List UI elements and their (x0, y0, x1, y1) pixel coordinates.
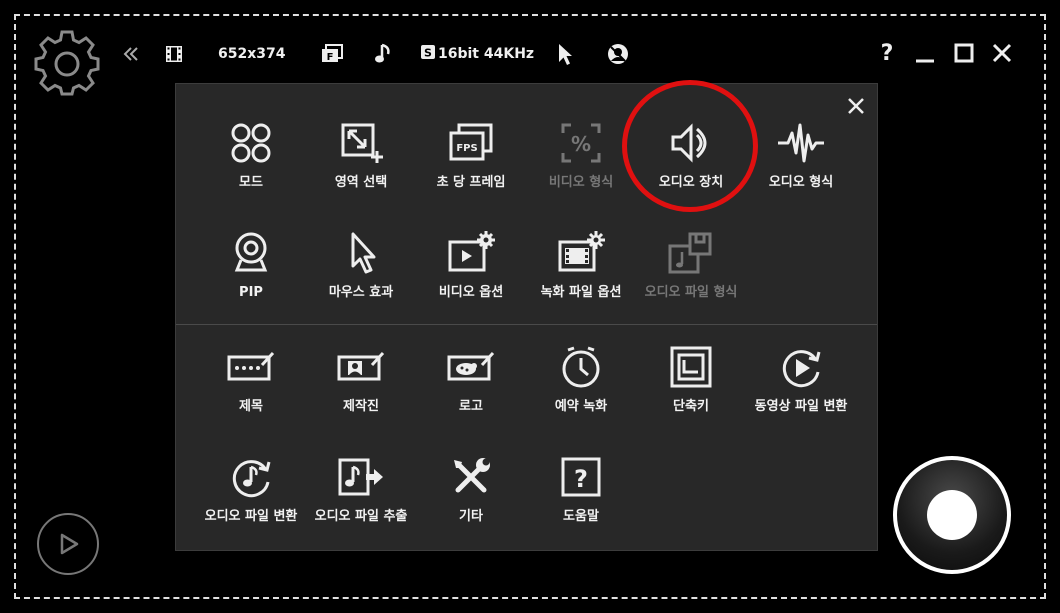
help-icon: ? (556, 452, 606, 502)
close-icon[interactable] (989, 40, 1015, 66)
logo-icon (446, 342, 496, 392)
tile-label: 제작진 (343, 399, 379, 414)
tile-hotkey[interactable]: 단축키 (636, 334, 746, 442)
tile-label: 단축키 (673, 399, 709, 414)
maximize-icon[interactable] (951, 40, 977, 66)
tile-credits[interactable]: 제작진 (306, 334, 416, 442)
record-file-options-icon (556, 228, 606, 278)
webcam-toggle-icon[interactable] (606, 42, 630, 66)
tile-label: PIP (239, 285, 263, 300)
tile-label: 비디오 형식 (548, 175, 614, 190)
video-options-icon (446, 228, 496, 278)
tile-label: 비디오 옵션 (438, 285, 504, 300)
svg-text:?: ? (574, 465, 588, 493)
webcam-icon (226, 228, 276, 278)
audio-format-value: 16bit 44KHz (438, 46, 535, 62)
tile-area-select[interactable]: 영역 선택 (306, 110, 416, 218)
tile-audio-format[interactable]: 오디오 형식 (746, 110, 856, 218)
tile-mode[interactable]: 모드 (196, 110, 306, 218)
tile-title[interactable]: 제목 (196, 334, 306, 442)
tile-video-format[interactable]: % 비디오 형식 (526, 110, 636, 218)
tile-audio-file-format[interactable]: 오디오 파일 형식 (636, 220, 746, 328)
tile-video-convert[interactable]: 동영상 파일 변환 (746, 334, 856, 442)
tile-label: 도움말 (563, 509, 599, 524)
video-format-icon: % (556, 118, 606, 168)
tile-label: 제목 (239, 399, 263, 414)
audio-convert-icon (226, 452, 276, 502)
resolution-label[interactable]: 652x374 (218, 42, 285, 66)
collapse-icon[interactable] (122, 42, 140, 66)
audio-format-icon (776, 118, 826, 168)
help-question-icon[interactable]: ? (874, 40, 900, 66)
area-select-icon (336, 118, 386, 168)
settings-gear-icon[interactable] (34, 30, 100, 96)
tile-label: 오디오 파일 추출 (314, 509, 408, 524)
tile-label: 마우스 효과 (328, 285, 394, 300)
audio-format-label-group[interactable]: S 16bit 44KHz (420, 42, 534, 66)
mode-icon (226, 118, 276, 168)
cursor-icon[interactable] (556, 42, 574, 66)
tile-label: 영역 선택 (334, 175, 388, 190)
settings-panel: 모드 영역 선택 FPS 초 당 프레임 % 비디오 형식 오디오 장치 오디오… (175, 83, 878, 551)
audio-extract-icon (336, 452, 386, 502)
hotkey-icon (666, 342, 716, 392)
tile-label: 오디오 파일 변환 (204, 509, 298, 524)
tile-fps[interactable]: FPS 초 당 프레임 (416, 110, 526, 218)
tile-label: 오디오 파일 형식 (644, 285, 738, 300)
tile-label: 기타 (459, 509, 483, 524)
play-button[interactable] (37, 513, 99, 575)
minimize-icon[interactable] (912, 40, 938, 66)
tile-label: 모드 (239, 175, 263, 190)
tile-audio-device[interactable]: 오디오 장치 (636, 110, 746, 218)
tile-video-options[interactable]: 비디오 옵션 (416, 220, 526, 328)
tile-schedule-record[interactable]: 예약 녹화 (526, 334, 636, 442)
tile-audio-extract[interactable]: 오디오 파일 추출 (306, 444, 416, 552)
tile-help[interactable]: ? 도움말 (526, 444, 636, 552)
tile-label: 예약 녹화 (554, 399, 608, 414)
svg-text:F: F (327, 52, 334, 63)
video-convert-icon (776, 342, 826, 392)
tile-label: 녹화 파일 옵션 (540, 285, 622, 300)
credits-icon (336, 342, 386, 392)
tile-audio-convert[interactable]: 오디오 파일 변환 (196, 444, 306, 552)
svg-text:FPS: FPS (456, 143, 477, 154)
video-film-icon[interactable] (164, 42, 184, 66)
audio-note-icon[interactable] (374, 42, 394, 66)
tools-icon (446, 452, 496, 502)
play-icon (60, 533, 79, 555)
svg-text:S: S (424, 47, 432, 60)
record-icon (927, 490, 977, 540)
tile-tools[interactable]: 기타 (416, 444, 526, 552)
panel-divider (176, 324, 877, 325)
sound-s-icon: S (420, 44, 436, 64)
frame-rate-icon[interactable]: F (320, 42, 344, 66)
tile-label: 동영상 파일 변환 (754, 399, 848, 414)
title-icon (226, 342, 276, 392)
svg-text:%: % (571, 132, 591, 156)
tile-pip[interactable]: PIP (196, 220, 306, 328)
mouse-effect-icon (336, 228, 386, 278)
tile-label: 로고 (459, 399, 483, 414)
tile-logo[interactable]: 로고 (416, 334, 526, 442)
audio-file-format-icon (666, 228, 716, 278)
tile-label: 초 당 프레임 (436, 175, 506, 190)
fps-icon: FPS (446, 118, 496, 168)
record-button[interactable] (893, 456, 1011, 574)
tile-label: 오디오 장치 (658, 175, 724, 190)
tile-record-file-options[interactable]: 녹화 파일 옵션 (526, 220, 636, 328)
audio-device-icon (666, 118, 716, 168)
schedule-record-icon (556, 342, 606, 392)
tile-mouse-effect[interactable]: 마우스 효과 (306, 220, 416, 328)
tile-label: 오디오 형식 (768, 175, 834, 190)
